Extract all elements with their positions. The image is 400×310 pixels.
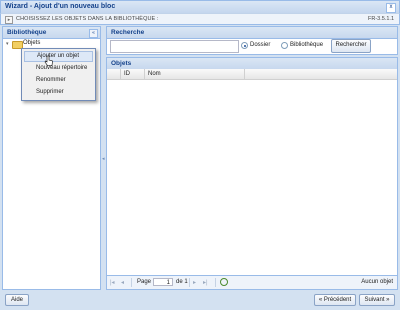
paging-status: Aucun objet	[361, 279, 393, 285]
search-button[interactable]: Rechercher	[331, 39, 371, 53]
tree-expand-icon[interactable]: ▾	[6, 41, 9, 47]
previous-button[interactable]: « Précédent	[314, 294, 356, 306]
column-header-id[interactable]: ID	[121, 69, 145, 79]
grid-header: ID Nom	[107, 69, 397, 80]
search-title: Recherche	[111, 29, 145, 36]
help-button[interactable]: Aide	[5, 294, 29, 306]
separator	[215, 278, 216, 287]
version-label: FR-3.5.1.1	[368, 16, 394, 22]
last-page-icon[interactable]: ▸|	[203, 279, 208, 286]
page-number-input[interactable]: 1	[153, 278, 173, 286]
splitter-grip-icon[interactable]: ◂	[102, 156, 105, 162]
collapse-left-icon[interactable]: «	[89, 29, 98, 38]
objects-title: Objets	[111, 60, 132, 67]
search-header: Recherche	[107, 27, 397, 39]
menu-item-new-folder[interactable]: Nouveau répertoire	[24, 63, 93, 74]
next-page-icon[interactable]: ▸	[193, 279, 196, 286]
step-instruction: CHOISISSEZ LES OBJETS DANS LA BIBLIOTHÈQ…	[16, 16, 159, 22]
window-title: Wizard - Ajout d'un nouveau bloc	[5, 3, 116, 10]
close-icon[interactable]: x	[386, 3, 396, 13]
separator	[131, 278, 132, 287]
menu-item-rename[interactable]: Renommer	[24, 75, 93, 86]
menu-item-delete[interactable]: Supprimer	[24, 87, 93, 98]
column-header-name[interactable]: Nom	[145, 69, 245, 79]
collapse-step-icon[interactable]: ▸	[5, 16, 13, 24]
radio-folder-label: Dossier	[250, 42, 271, 48]
step-bar: ▸ CHOISISSEZ LES OBJETS DANS LA BIBLIOTH…	[0, 13, 400, 25]
tree-node-label[interactable]: Objets	[23, 40, 40, 46]
window-titlebar: Wizard - Ajout d'un nouveau bloc x	[0, 0, 400, 13]
library-header: Bibliothèque «	[3, 27, 100, 39]
refresh-icon[interactable]	[220, 278, 228, 286]
paging-toolbar: |◂ ◂ Page 1 de 1 ▸ ▸| Aucun objet	[107, 275, 397, 289]
separator	[189, 278, 190, 287]
radio-library-label: Bibliothèque	[290, 42, 324, 48]
search-panel: Recherche Dossier Bibliothèque Recherche…	[106, 26, 398, 55]
context-menu: Ajouter un objet Nouveau répertoire Reno…	[21, 48, 96, 101]
page-label: Page	[137, 279, 152, 285]
first-page-icon[interactable]: |◂	[110, 279, 115, 286]
radio-folder[interactable]	[241, 42, 248, 49]
page-count-label: de 1	[176, 279, 188, 285]
library-title: Bibliothèque	[7, 29, 47, 36]
next-button[interactable]: Suivant »	[359, 294, 395, 306]
search-input[interactable]	[110, 40, 239, 53]
objects-panel: Objets ID Nom |◂ ◂ Page 1 de 1 ▸ ▸| Aucu…	[106, 57, 398, 290]
hand-cursor-icon	[44, 55, 53, 66]
radio-library[interactable]	[281, 42, 288, 49]
menu-item-add-object[interactable]: Ajouter un objet	[24, 51, 93, 62]
prev-page-icon[interactable]: ◂	[121, 279, 124, 286]
column-header-select[interactable]	[107, 69, 121, 79]
